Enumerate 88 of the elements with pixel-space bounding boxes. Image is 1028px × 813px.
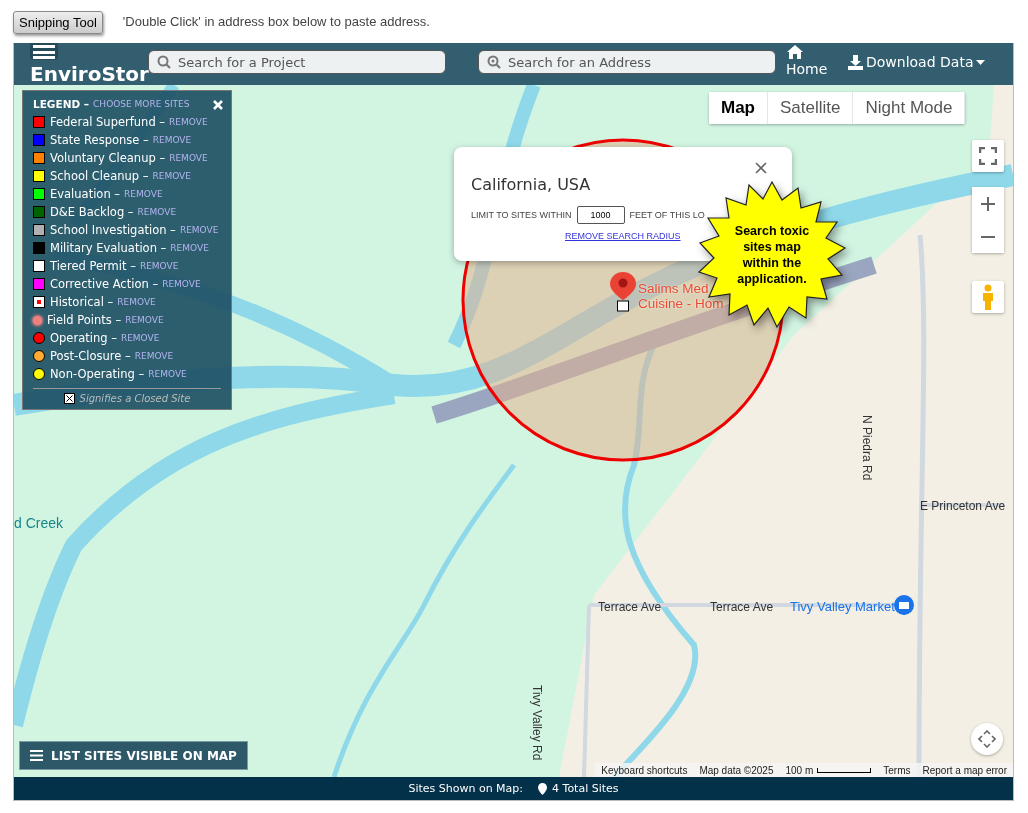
map-type-tab[interactable]: Map: [709, 92, 768, 124]
download-data-menu[interactable]: Download Data: [848, 54, 986, 70]
legend-label: Operating –: [50, 331, 117, 345]
popup-title: California, USA: [471, 175, 592, 194]
remove-link[interactable]: REMOVE: [169, 117, 208, 127]
remove-link[interactable]: REMOVE: [139, 261, 179, 271]
callout-text: Search toxic sites map within the application.: [733, 223, 811, 287]
search-icon: [157, 55, 171, 69]
pin-icon: [538, 782, 548, 795]
legend-label: State Response –: [50, 133, 149, 147]
scale-bar: [817, 767, 872, 773]
project-search-field[interactable]: Search for a Project: [148, 50, 446, 74]
attribution-text[interactable]: Report a map error: [922, 764, 1007, 776]
legend-label: Historical –: [50, 295, 114, 309]
place-label: Salims Med: [638, 281, 710, 296]
zoom-out-button[interactable]: [972, 220, 1004, 253]
remove-link[interactable]: REMOVE: [162, 279, 201, 289]
site-count: 4 Total Sites: [552, 782, 619, 795]
remove-link[interactable]: REMOVE: [152, 135, 192, 145]
menu-button[interactable]: [30, 43, 58, 60]
legend-swatch: [33, 296, 45, 308]
person-icon: [981, 284, 995, 310]
legend-label: Non-Operating –: [50, 367, 145, 381]
zoom-in-button[interactable]: [972, 187, 1004, 220]
address-search-field[interactable]: Search for an Address: [478, 50, 776, 74]
minus-icon: [981, 235, 995, 238]
remove-link[interactable]: REMOVE: [134, 351, 174, 361]
legend-title: LEGEND –: [33, 98, 90, 110]
place-label: Cuisine - Hom: [638, 296, 724, 311]
legend-label: Corrective Action –: [50, 277, 159, 291]
download-icon: [848, 54, 863, 70]
legend-label: School Cleanup –: [50, 169, 149, 183]
remove-link[interactable]: REMOVE: [117, 297, 156, 307]
map-pin-icon: [610, 272, 636, 312]
choose-sites-link[interactable]: CHOOSE MORE SITES: [93, 99, 190, 109]
remove-link[interactable]: REMOVE: [152, 171, 191, 181]
list-icon: [30, 750, 43, 761]
home-icon: [786, 44, 804, 60]
attribution-text[interactable]: Terms: [883, 764, 911, 776]
sites-shown-label: Sites Shown on Map:: [408, 782, 524, 795]
fullscreen-button[interactable]: [972, 140, 1004, 172]
legend-label: Post-Closure –: [50, 349, 131, 363]
unit-label: FEET OF THIS LO: [629, 210, 705, 220]
snipping-tool-button[interactable]: Snipping Tool: [13, 11, 103, 34]
map-label: d Creek: [14, 515, 64, 531]
map-label: Terrace Ave: [598, 600, 662, 614]
legend-label: School Investigation –: [50, 223, 176, 237]
remove-link[interactable]: REMOVE: [125, 315, 164, 325]
remove-link[interactable]: REMOVE: [137, 207, 177, 217]
legend-label: Voluntary Cleanup –: [50, 151, 166, 165]
map-label: E Princeton Ave: [920, 499, 1006, 513]
list-sites-button[interactable]: LIST SITES VISIBLE ON MAP: [19, 741, 248, 770]
close-icon[interactable]: [755, 162, 767, 174]
location-search-icon: [487, 55, 501, 69]
attribution-text[interactable]: Keyboard shortcuts: [601, 764, 688, 776]
remove-link[interactable]: REMOVE: [170, 243, 209, 253]
remove-link[interactable]: REMOVE: [169, 153, 208, 163]
paste-hint: 'Double Click' in address box below to paste address.: [122, 13, 430, 29]
map-label: Tivy Valley Market: [790, 599, 895, 614]
fullscreen-icon: [979, 147, 997, 165]
menu-icon: [33, 44, 55, 59]
remove-link[interactable]: REMOVE: [124, 189, 163, 199]
remove-link[interactable]: REMOVE: [120, 333, 160, 343]
remove-link[interactable]: REMOVE: [148, 369, 187, 379]
remove-link[interactable]: REMOVE: [179, 225, 219, 235]
map-type-tab[interactable]: Night Mode: [853, 92, 966, 124]
remove-radius-link[interactable]: REMOVE SEARCH RADIUS: [565, 231, 681, 241]
distance-input[interactable]: 1000: [576, 206, 625, 224]
legend-label: D&E Backlog –: [50, 205, 134, 219]
legend-footnote: Signifies a Closed Site: [79, 393, 191, 404]
caret-icon: [976, 59, 986, 65]
legend-label: Tiered Permit –: [50, 259, 136, 273]
closed-site-icon: [63, 393, 75, 404]
legend-label: Military Evaluation –: [50, 241, 167, 255]
legend-label: Field Points –: [47, 313, 122, 327]
legend-label: Evaluation –: [50, 187, 121, 201]
attribution-text: Map data ©2025: [699, 764, 774, 776]
app-logo: EnviroStor: [30, 63, 149, 85]
home-link[interactable]: Home: [786, 44, 828, 77]
map-label: N Piedra Rd: [860, 415, 874, 481]
map-label: Terrace Ave: [710, 600, 774, 614]
map-type-tab[interactable]: Satellite: [768, 92, 854, 124]
attribution-text: 100 m: [785, 764, 814, 776]
legend-label: Federal Superfund –: [50, 115, 166, 129]
move-arrows-icon: [978, 730, 996, 748]
limit-label: LIMIT TO SITES WITHIN: [471, 210, 572, 220]
map-label: Tivy Valley Rd: [530, 685, 544, 761]
plus-icon: [981, 196, 995, 211]
